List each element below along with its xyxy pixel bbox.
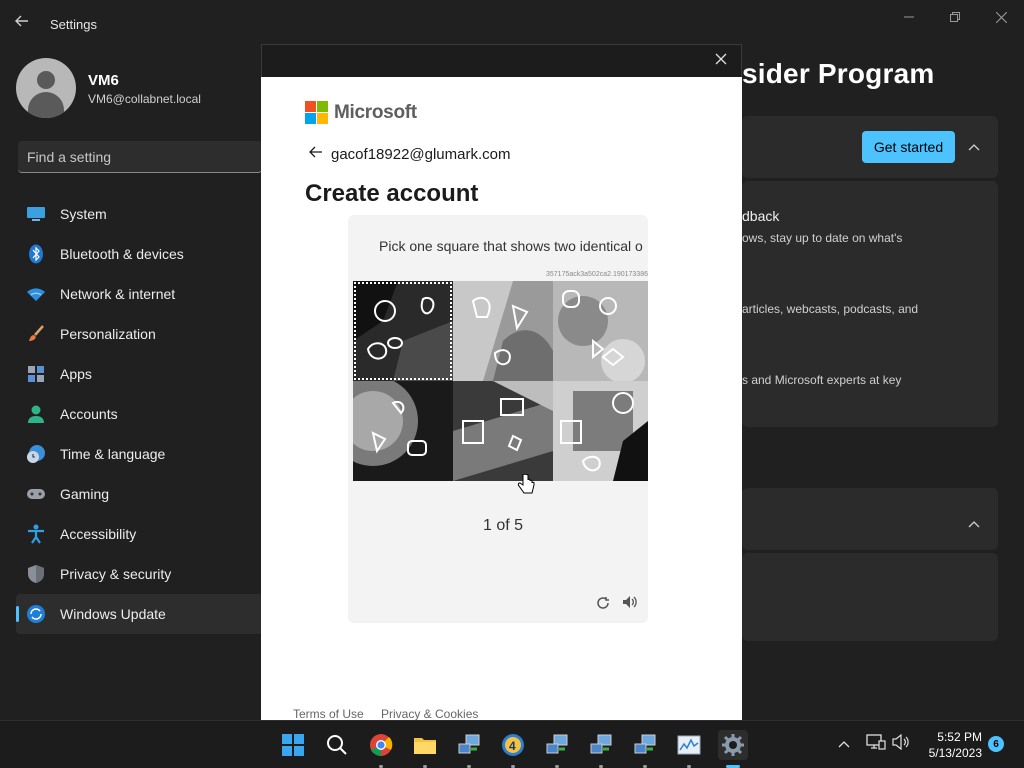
sidebar-item-personalization[interactable]: Personalization (16, 314, 262, 354)
captcha-tile[interactable] (553, 281, 648, 381)
get-started-button[interactable]: Get started (862, 131, 955, 163)
person-icon (26, 404, 46, 424)
network-monitor-icon[interactable] (630, 730, 660, 760)
captcha-tile[interactable] (353, 281, 453, 381)
privacy-link[interactable]: Privacy & Cookies (381, 707, 478, 720)
taskbar: 4 5:52 PM 5/13/2023 6 (0, 720, 1024, 768)
captcha-tile[interactable] (453, 381, 553, 481)
app-4-icon[interactable]: 4 (498, 730, 528, 760)
sidebar-item-accounts[interactable]: Accounts (16, 394, 262, 434)
clock-date[interactable]: 5/13/2023 (920, 746, 982, 760)
captcha-panel: Pick one square that shows two identical… (348, 215, 648, 623)
sidebar-item-privacy[interactable]: Privacy & security (16, 554, 262, 594)
sidebar-item-accessibility[interactable]: Accessibility (16, 514, 262, 554)
settings-gear-icon[interactable] (718, 730, 748, 760)
sidebar-item-label: Personalization (60, 326, 156, 342)
close-icon[interactable] (715, 52, 727, 70)
sidebar-item-bluetooth[interactable]: Bluetooth & devices (16, 234, 262, 274)
clock-globe-icon (26, 444, 46, 464)
restore-button[interactable] (932, 6, 978, 28)
sidebar-nav: System Bluetooth & devices Network & int… (16, 194, 262, 634)
start-icon[interactable] (278, 730, 308, 760)
dialog-heading: Create account (305, 180, 479, 207)
captcha-tile[interactable] (353, 381, 453, 481)
svg-text:4: 4 (509, 739, 516, 753)
refresh-icon[interactable] (596, 596, 610, 613)
gamepad-icon (26, 484, 46, 504)
network-monitor-icon[interactable] (586, 730, 616, 760)
brush-icon (26, 324, 46, 344)
shield-icon (26, 564, 46, 584)
sidebar-item-label: Network & internet (60, 286, 176, 302)
file-explorer-icon[interactable] (410, 730, 440, 760)
account-email: gacof18922@glumark.com (331, 146, 511, 163)
dialog-titlebar (261, 44, 742, 77)
sidebar-item-label: Bluetooth & devices (60, 246, 184, 262)
bluetooth-icon (26, 244, 46, 264)
account-dialog: Microsoft gacof18922@glumark.com Create … (261, 77, 742, 720)
user-email: VM6@collabnet.local (88, 92, 201, 106)
feedback-description: ows, stay up to date on what's (742, 231, 903, 245)
search-icon[interactable] (322, 730, 352, 760)
captcha-id: 357175ack3a502ca2.1901733865 (546, 271, 648, 278)
close-window-button[interactable] (978, 6, 1024, 28)
wifi-icon (26, 284, 46, 304)
sidebar-item-apps[interactable]: Apps (16, 354, 262, 394)
sidebar-item-label: Gaming (60, 486, 110, 502)
chevron-up-icon[interactable] (968, 517, 980, 531)
hand-cursor-icon (517, 473, 535, 502)
experts-description: s and Microsoft experts at key (742, 373, 902, 387)
volume-icon[interactable] (892, 733, 910, 753)
sidebar-item-system[interactable]: System (16, 194, 262, 234)
chevron-up-icon[interactable] (968, 140, 980, 154)
sidebar-item-gaming[interactable]: Gaming (16, 474, 262, 514)
page-title: sider Program (742, 58, 935, 89)
accessibility-icon (26, 524, 46, 544)
settings-detail-card (742, 553, 998, 641)
monitor-icon (26, 204, 46, 224)
notification-badge[interactable]: 6 (988, 736, 1004, 752)
user-card[interactable]: VM6 VM6@collabnet.local (16, 58, 256, 118)
captcha-prompt: Pick one square that shows two identical… (379, 238, 643, 254)
brand-name: Microsoft (334, 102, 417, 123)
apps-icon (26, 364, 46, 384)
resources-description: articles, webcasts, podcasts, and (742, 302, 919, 316)
search-placeholder: Find a setting (27, 149, 112, 165)
network-icon[interactable] (866, 733, 886, 754)
terms-link[interactable]: Terms of Use (293, 707, 364, 720)
avatar (16, 58, 76, 118)
sidebar-item-label: Accessibility (60, 526, 137, 542)
microsoft-logo (305, 101, 329, 125)
back-arrow-icon[interactable] (309, 145, 323, 162)
sidebar-item-label: System (60, 206, 107, 222)
sidebar-item-network[interactable]: Network & internet (16, 274, 262, 314)
sidebar-item-windows-update[interactable]: Windows Update (16, 594, 262, 634)
update-icon (26, 604, 46, 624)
sidebar-item-time-language[interactable]: Time & language (16, 434, 262, 474)
search-input[interactable]: Find a setting (18, 141, 262, 173)
sidebar-item-label: Windows Update (60, 606, 166, 622)
back-arrow-icon[interactable] (14, 13, 34, 33)
user-name: VM6 (88, 72, 119, 89)
clock-time[interactable]: 5:52 PM (932, 730, 982, 744)
chevron-up-icon[interactable] (838, 735, 850, 751)
feedback-heading: dback (742, 208, 780, 224)
settings-card (742, 488, 998, 550)
network-monitor-icon[interactable] (454, 730, 484, 760)
captcha-pager: 1 of 5 (482, 517, 524, 534)
network-monitor-icon[interactable] (542, 730, 572, 760)
speaker-icon[interactable] (622, 595, 638, 612)
chrome-icon[interactable] (366, 730, 396, 760)
minimize-button[interactable] (886, 6, 932, 28)
sidebar-item-label: Privacy & security (60, 566, 172, 582)
captcha-tile[interactable] (553, 381, 648, 481)
captcha-tile[interactable] (453, 281, 553, 381)
captcha-grid (353, 281, 648, 481)
sidebar-item-label: Accounts (60, 406, 118, 422)
title-bar: Settings (0, 0, 1024, 48)
sidebar-item-label: Apps (60, 366, 92, 382)
resource-monitor-icon[interactable] (674, 730, 704, 760)
app-title: Settings (50, 17, 97, 32)
sidebar-item-label: Time & language (60, 446, 166, 462)
